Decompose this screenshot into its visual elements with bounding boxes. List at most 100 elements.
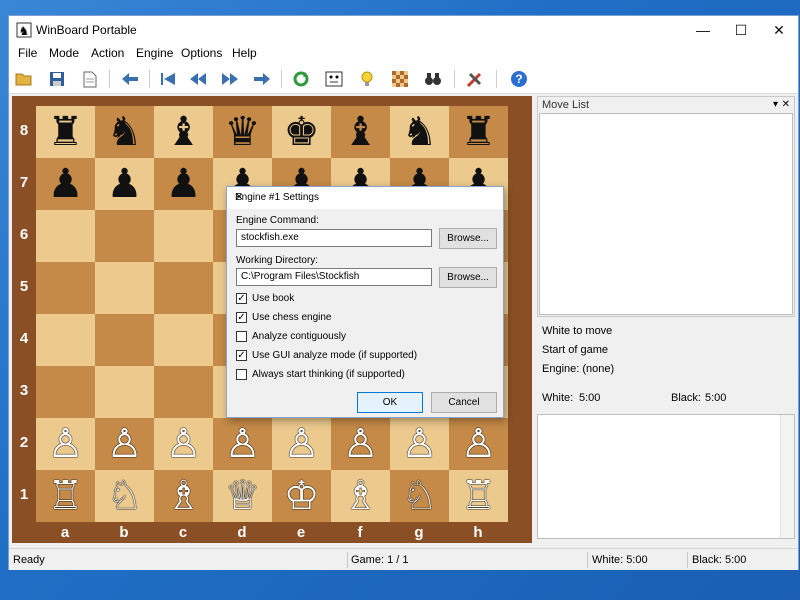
board-square-a2[interactable]: ♙ [36, 418, 95, 470]
tools-icon[interactable] [464, 68, 486, 90]
chess-piece-icon[interactable]: ♙ [402, 424, 438, 464]
board-square-c1[interactable]: ♗ [154, 470, 213, 522]
always-start-thinking-checkbox[interactable]: Always start thinking (if supported) [236, 369, 405, 380]
gui-analyze-mode-checkbox[interactable]: ✓ Use GUI analyze mode (if supported) [236, 350, 417, 361]
chess-piece-icon[interactable]: ♕ [225, 476, 261, 516]
board-square-b3[interactable] [95, 366, 154, 418]
chess-piece-icon[interactable]: ♙ [107, 424, 143, 464]
board-square-d8[interactable]: ♛ [213, 106, 272, 158]
checkbox-box[interactable]: ✓ [236, 312, 247, 323]
step-forward-icon[interactable] [251, 68, 273, 90]
engine-command-input[interactable]: stockfish.exe [236, 229, 432, 247]
chess-piece-icon[interactable]: ♘ [107, 476, 143, 516]
board-square-a8[interactable]: ♜ [36, 106, 95, 158]
board-square-h8[interactable]: ♜ [449, 106, 508, 158]
refresh-icon[interactable] [290, 68, 312, 90]
board-square-f8[interactable]: ♝ [331, 106, 390, 158]
close-button[interactable]: ✕ [760, 16, 798, 44]
board-square-b7[interactable]: ♟ [95, 158, 154, 210]
menu-file[interactable]: File [18, 46, 37, 60]
board-square-g1[interactable]: ♘ [390, 470, 449, 522]
analysis-panel[interactable] [537, 414, 795, 539]
browse-directory-button[interactable]: Browse... [439, 267, 497, 288]
cancel-button[interactable]: Cancel [431, 392, 497, 413]
board-square-a4[interactable] [36, 314, 95, 366]
help-icon[interactable]: ? [508, 68, 530, 90]
board-square-f2[interactable]: ♙ [331, 418, 390, 470]
checkbox-box[interactable]: ✓ [236, 293, 247, 304]
use-book-checkbox[interactable]: ✓ Use book [236, 293, 294, 304]
face-icon[interactable] [323, 68, 345, 90]
checkbox-box[interactable] [236, 369, 247, 380]
browse-engine-button[interactable]: Browse... [439, 228, 497, 249]
chess-piece-icon[interactable]: ♚ [284, 112, 320, 152]
checkbox-box[interactable] [236, 331, 247, 342]
working-directory-input[interactable]: C:\Program Files\Stockfish [236, 268, 432, 286]
board-square-b6[interactable] [95, 210, 154, 262]
chess-piece-icon[interactable]: ♖ [461, 476, 497, 516]
chess-piece-icon[interactable]: ♟ [107, 164, 143, 204]
board-square-c7[interactable]: ♟ [154, 158, 213, 210]
document-icon[interactable] [79, 68, 101, 90]
binoculars-icon[interactable] [422, 68, 444, 90]
ok-button[interactable]: OK [357, 392, 423, 413]
forward-icon[interactable] [219, 68, 241, 90]
chess-piece-icon[interactable]: ♞ [107, 112, 143, 152]
board-square-g2[interactable]: ♙ [390, 418, 449, 470]
rewind-icon[interactable] [187, 68, 209, 90]
menu-mode[interactable]: Mode [49, 46, 79, 60]
maximize-button[interactable]: ☐ [722, 16, 760, 44]
board-square-a3[interactable] [36, 366, 95, 418]
chess-piece-icon[interactable]: ♔ [284, 476, 320, 516]
board-square-f1[interactable]: ♗ [331, 470, 390, 522]
menu-options[interactable]: Options [181, 46, 222, 60]
minimize-button[interactable]: — [684, 16, 722, 44]
use-chess-engine-checkbox[interactable]: ✓ Use chess engine [236, 312, 332, 323]
board-square-h2[interactable]: ♙ [449, 418, 508, 470]
analyze-contiguously-checkbox[interactable]: Analyze contiguously [236, 331, 346, 342]
board-square-a6[interactable] [36, 210, 95, 262]
board-square-c8[interactable]: ♝ [154, 106, 213, 158]
board-square-b2[interactable]: ♙ [95, 418, 154, 470]
board-square-g8[interactable]: ♞ [390, 106, 449, 158]
chess-piece-icon[interactable]: ♙ [284, 424, 320, 464]
chess-piece-icon[interactable]: ♝ [343, 112, 379, 152]
board-square-b4[interactable] [95, 314, 154, 366]
folder-open-icon[interactable] [13, 68, 35, 90]
chess-piece-icon[interactable]: ♞ [402, 112, 438, 152]
chess-piece-icon[interactable]: ♙ [166, 424, 202, 464]
board-square-c3[interactable] [154, 366, 213, 418]
chess-piece-icon[interactable]: ♗ [166, 476, 202, 516]
board-square-a5[interactable] [36, 262, 95, 314]
chess-piece-icon[interactable]: ♙ [225, 424, 261, 464]
move-list-close-button[interactable]: ✕ [782, 97, 790, 113]
board-square-b8[interactable]: ♞ [95, 106, 154, 158]
dialog-close-button[interactable]: ✕ [235, 192, 497, 203]
board-square-d1[interactable]: ♕ [213, 470, 272, 522]
chess-piece-icon[interactable]: ♜ [461, 112, 497, 152]
back-icon[interactable] [119, 68, 141, 90]
move-list-body[interactable] [539, 113, 793, 315]
chess-piece-icon[interactable]: ♙ [48, 424, 84, 464]
board-square-e2[interactable]: ♙ [272, 418, 331, 470]
chess-piece-icon[interactable]: ♟ [166, 164, 202, 204]
menu-engine[interactable]: Engine [136, 46, 173, 60]
menu-action[interactable]: Action [91, 46, 124, 60]
chess-piece-icon[interactable]: ♟ [48, 164, 84, 204]
board-icon[interactable] [389, 68, 411, 90]
menu-help[interactable]: Help [232, 46, 257, 60]
to-start-icon[interactable] [157, 68, 179, 90]
board-square-c5[interactable] [154, 262, 213, 314]
chess-piece-icon[interactable]: ♘ [402, 476, 438, 516]
board-square-a7[interactable]: ♟ [36, 158, 95, 210]
board-square-h1[interactable]: ♖ [449, 470, 508, 522]
checkbox-box[interactable]: ✓ [236, 350, 247, 361]
board-square-d2[interactable]: ♙ [213, 418, 272, 470]
analysis-scrollbar[interactable] [780, 415, 794, 538]
title-bar[interactable]: ♞ WinBoard Portable — ☐ ✕ [9, 16, 798, 44]
hint-bulb-icon[interactable] [356, 68, 378, 90]
chess-piece-icon[interactable]: ♙ [461, 424, 497, 464]
board-square-e1[interactable]: ♔ [272, 470, 331, 522]
board-square-b5[interactable] [95, 262, 154, 314]
board-square-e8[interactable]: ♚ [272, 106, 331, 158]
